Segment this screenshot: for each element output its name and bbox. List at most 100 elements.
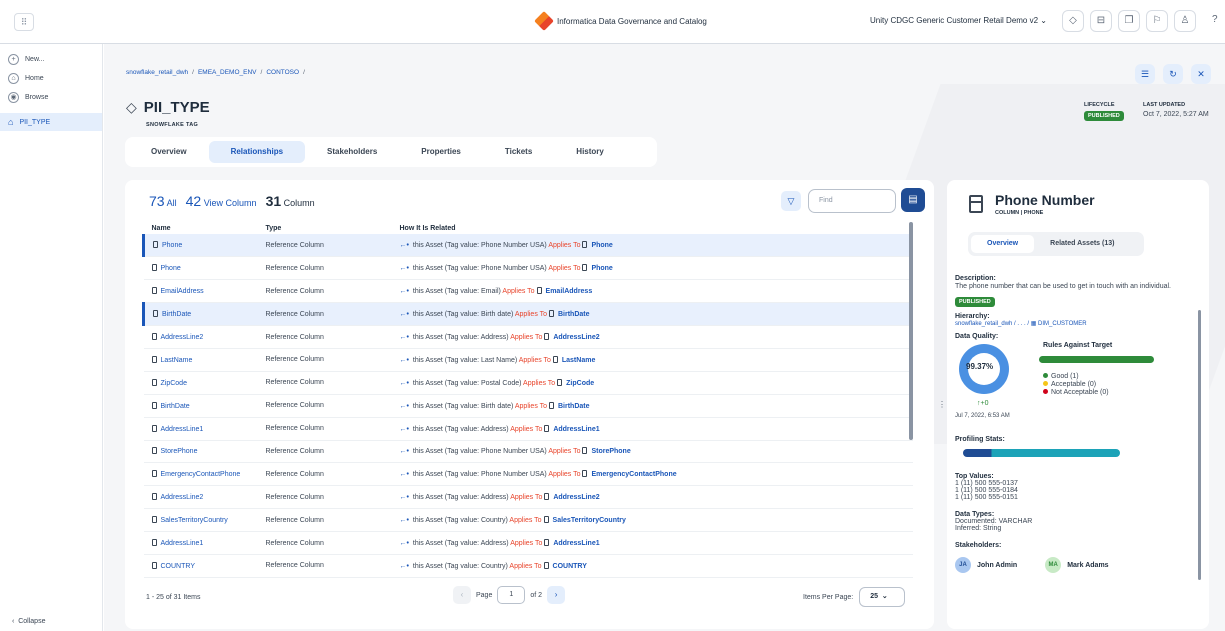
tab-properties[interactable]: Properties (399, 141, 483, 163)
detail-tab-related[interactable]: Related Assets (13) (1034, 235, 1130, 253)
row-name[interactable]: AddressLine1 (143, 531, 258, 555)
profiling-bar[interactable] (963, 449, 1120, 457)
header-relation[interactable]: How It Is Related (392, 222, 914, 234)
data-types-label: Data Types: (955, 511, 995, 518)
row-name[interactable]: BirthDate (142, 302, 258, 327)
nav-browse[interactable]: ◉ Browse (0, 88, 102, 107)
org-selector[interactable]: Unity CDGC Generic Customer Retail Demo … (870, 16, 1047, 25)
app-switcher-icon[interactable]: ⠿ (14, 13, 34, 31)
row-name[interactable]: EmailAddress (143, 279, 258, 304)
header-name[interactable]: Name (144, 222, 258, 234)
tab-stakeholders[interactable]: Stakeholders (305, 141, 399, 163)
table-row[interactable]: EmailAddress Reference Column ←• this Asse… (143, 279, 913, 304)
table-row[interactable]: AddressLine2 Reference Column ←• this Asse… (143, 325, 913, 349)
per-page-select[interactable]: 25 ⌄ (859, 587, 906, 607)
column-icon (151, 516, 157, 524)
breadcrumb-item[interactable]: CONTOSO (266, 69, 299, 76)
relation-target-link[interactable]: LastName (562, 357, 595, 364)
relation-target-link[interactable]: AddressLine2 (553, 494, 599, 501)
tab-relationships[interactable]: Relationships (208, 141, 306, 163)
refresh-icon[interactable]: ↻ (1163, 64, 1183, 84)
panel-resize-handle[interactable]: ⋮ (938, 400, 946, 409)
relation-target-link[interactable]: BirthDate (558, 403, 590, 410)
table-row[interactable]: ZipCode Reference Column ←• this Asset (Ta… (143, 371, 913, 395)
table-row[interactable]: COUNTRY Reference Column ←• this Asset (Ta… (143, 554, 913, 578)
relation-target-link[interactable]: Phone (591, 265, 612, 272)
row-name[interactable]: StorePhone (143, 440, 258, 464)
row-name[interactable]: COUNTRY (143, 554, 258, 578)
table-row[interactable]: EmergencyContactPhone Reference Column ←• … (143, 462, 913, 487)
row-name[interactable]: ZipCode (143, 371, 258, 395)
tab-history[interactable]: History (554, 141, 626, 163)
breadcrumb-item[interactable]: EMEA_DEMO_ENV (198, 69, 257, 76)
hierarchy-path[interactable]: snowflake_retail_dwh / . . . / ▦ DIM_CUS… (955, 320, 1195, 327)
page-input[interactable]: 1 (497, 586, 526, 604)
rules-bar[interactable] (1039, 356, 1154, 363)
help-icon[interactable]: ? (1212, 14, 1218, 25)
relation-target-link[interactable]: EmergencyContactPhone (591, 471, 676, 478)
row-name[interactable]: BirthDate (143, 394, 258, 418)
relation-target-link[interactable]: BirthDate (558, 311, 590, 318)
prev-page-button[interactable]: ‹ (453, 586, 471, 604)
nav-new[interactable]: + New... (0, 50, 102, 69)
count-all[interactable]: 73 All (149, 193, 177, 209)
table-row[interactable]: StorePhone Reference Column ←• this Asset … (143, 440, 913, 464)
collapse-button[interactable]: ‹ Collapse (12, 618, 45, 625)
count-view-column[interactable]: 42 View Column (186, 193, 257, 209)
row-name[interactable]: SalesTerritoryCountry (143, 508, 258, 533)
stakeholder[interactable]: MA Mark Adams (1045, 557, 1109, 573)
row-name[interactable]: Phone (142, 234, 258, 258)
table-row[interactable]: Phone Reference Column ←• this Asset (Tag … (143, 256, 913, 281)
table-row[interactable]: BirthDate Reference Column ←• this Asset (… (142, 302, 913, 327)
row-name[interactable]: AddressLine1 (143, 417, 258, 441)
row-type: Reference Column (257, 371, 392, 395)
relation-target-link[interactable]: SalesTerritoryCountry (553, 517, 626, 524)
stakeholder[interactable]: JA John Admin (955, 557, 1017, 573)
find-input[interactable]: Find (808, 189, 896, 213)
relation-target-link[interactable]: AddressLine1 (553, 540, 599, 547)
relation-target-link[interactable]: AddressLine2 (553, 334, 599, 341)
table-row[interactable]: BirthDate Reference Column ←• this Asset (… (143, 394, 913, 418)
column-icon (582, 447, 588, 455)
detail-tab-overview[interactable]: Overview (971, 235, 1035, 253)
detail-title[interactable]: Phone Number (995, 192, 1095, 208)
breadcrumb-item[interactable]: snowflake_retail_dwh (126, 69, 188, 76)
relation-target-link[interactable]: ZipCode (566, 380, 594, 387)
table-row[interactable]: SalesTerritoryCountry Reference Column ←• … (143, 508, 913, 533)
table-scrollbar[interactable] (909, 222, 913, 440)
filter-icon[interactable]: ▽ (781, 191, 801, 211)
detail-scrollbar[interactable] (1198, 310, 1201, 580)
next-page-button[interactable]: › (547, 586, 566, 604)
table-row[interactable]: AddressLine2 Reference Column ←• this Asse… (143, 485, 913, 510)
row-name[interactable]: LastName (143, 348, 258, 372)
header-type[interactable]: Type (258, 222, 392, 234)
tag-icon[interactable]: ◇ (1062, 10, 1084, 32)
relation-target-link[interactable]: StorePhone (591, 448, 630, 455)
relation-target-link[interactable]: EmailAddress (546, 288, 593, 295)
row-name[interactable]: Phone (143, 256, 258, 281)
flag-icon[interactable]: ⚐ (1146, 10, 1168, 32)
notes-icon[interactable]: ☰ (1135, 64, 1155, 84)
table-row[interactable]: Phone Reference Column ←• this Asset (Tag … (142, 234, 913, 258)
row-name[interactable]: AddressLine2 (143, 325, 258, 349)
column-chooser-icon[interactable]: ▤ (901, 188, 925, 212)
tab-overview[interactable]: Overview (129, 141, 209, 163)
row-name[interactable]: EmergencyContactPhone (143, 462, 258, 487)
row-name[interactable]: AddressLine2 (143, 485, 258, 510)
table-row[interactable]: AddressLine1 Reference Column ←• this Asse… (143, 417, 913, 441)
nav-home[interactable]: ⌂ Home (0, 69, 102, 88)
nav-active-asset[interactable]: ⌂ PII_TYPE (0, 113, 102, 131)
table-row[interactable]: AddressLine1 Reference Column ←• this Asse… (143, 531, 913, 555)
count-column[interactable]: 31 Column (266, 193, 315, 209)
close-icon[interactable]: ✕ (1191, 64, 1211, 84)
relation-target-link[interactable]: Phone (591, 242, 612, 249)
column-icon (153, 310, 158, 318)
copy-icon[interactable]: ❐ (1118, 10, 1140, 32)
stakeholder-name: Mark Adams (1067, 561, 1109, 569)
tab-tickets[interactable]: Tickets (483, 141, 554, 163)
relation-target-link[interactable]: COUNTRY (553, 563, 587, 570)
table-row[interactable]: LastName Reference Column ←• this Asset (T… (143, 348, 913, 372)
user-icon[interactable]: ♙ (1174, 10, 1196, 32)
inbox-icon[interactable]: ⊟ (1090, 10, 1112, 32)
relation-target-link[interactable]: AddressLine1 (553, 426, 599, 433)
